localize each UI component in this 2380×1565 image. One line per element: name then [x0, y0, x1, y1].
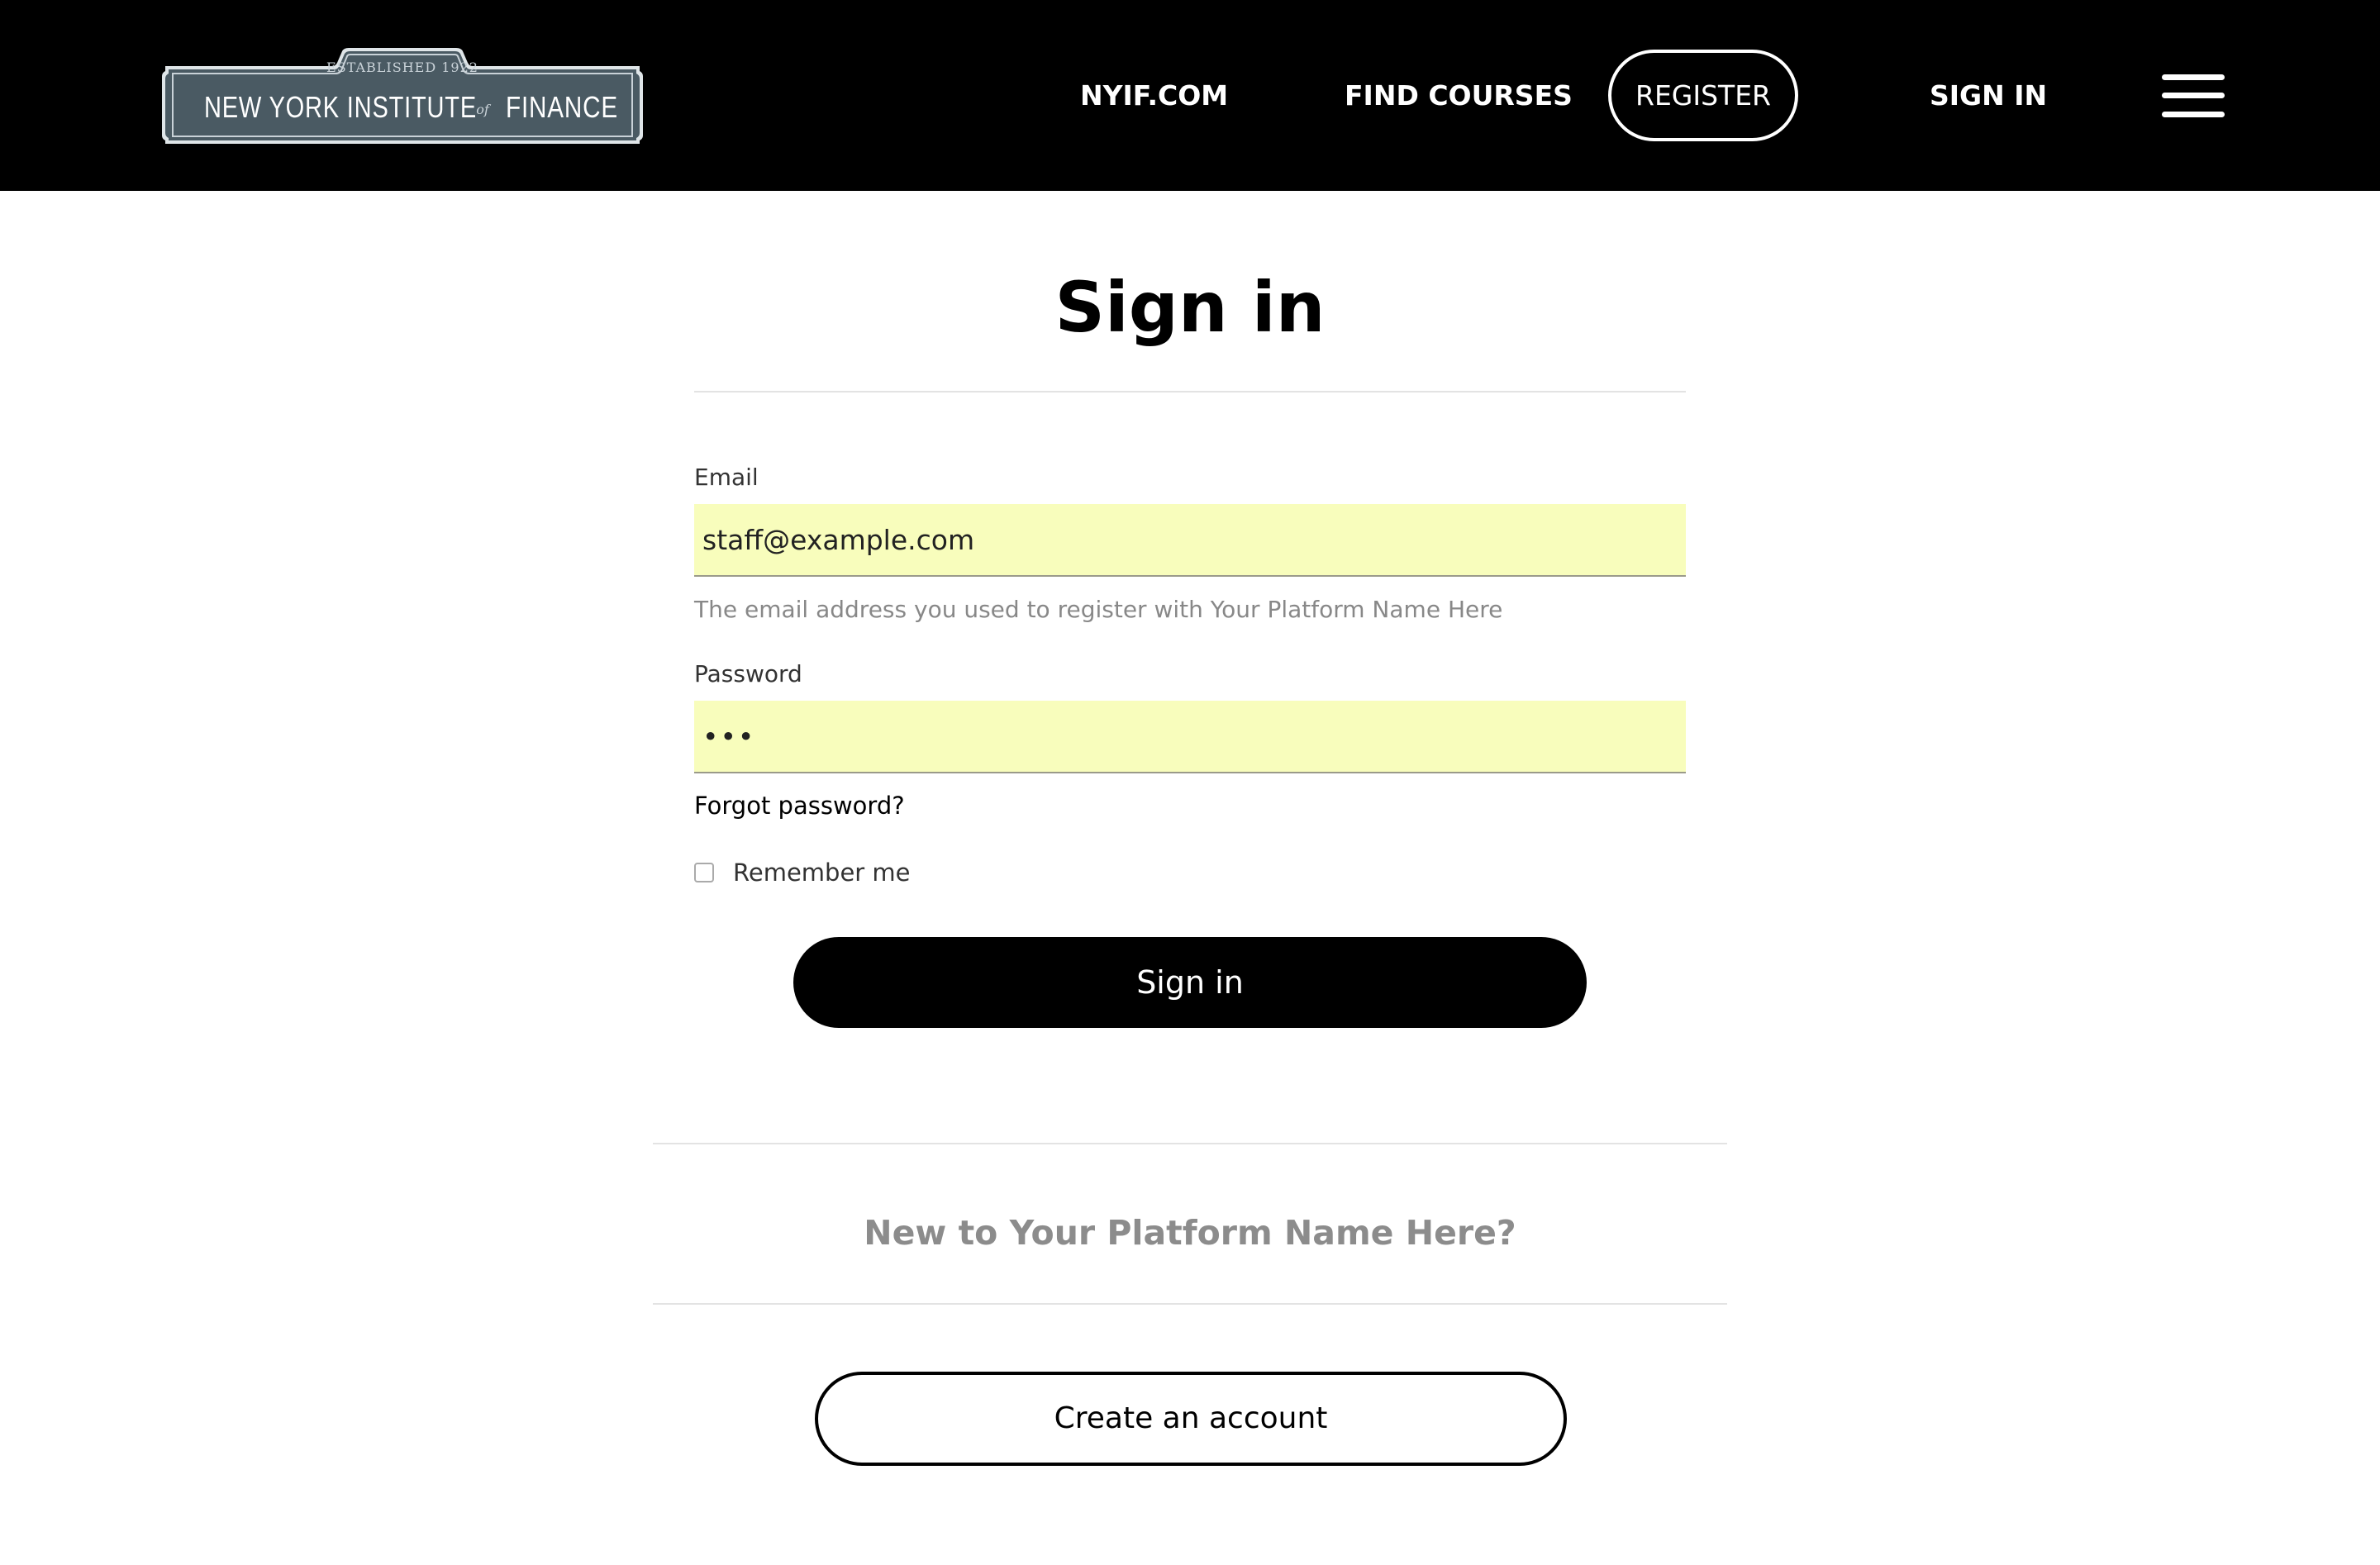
hamburger-bar: [2162, 93, 2225, 98]
remember-me-label[interactable]: Remember me: [733, 859, 911, 887]
sign-in-button[interactable]: Sign in: [793, 937, 1587, 1028]
hamburger-bar: [2162, 112, 2225, 117]
remember-me-checkbox[interactable]: [694, 863, 714, 882]
create-account-button[interactable]: Create an account: [815, 1372, 1567, 1466]
register-divider-top: [653, 1143, 1727, 1144]
password-field[interactable]: [694, 701, 1686, 773]
password-label: Password: [694, 660, 802, 687]
new-user-heading: New to Your Platform Name Here?: [864, 1213, 1516, 1253]
nav-find-courses-link[interactable]: FIND COURSES: [1345, 0, 1573, 191]
nav-nyif-link[interactable]: NYIF.COM: [1080, 0, 1228, 191]
site-header: ESTABLISHED 1922 NEW YORK INSTITUTE of F…: [0, 0, 2380, 191]
remember-me-row: Remember me: [694, 856, 911, 889]
nav-register-button[interactable]: REGISTER: [1608, 50, 1798, 141]
page-title: Sign in: [1054, 267, 1326, 348]
email-field[interactable]: [694, 504, 1686, 577]
hamburger-bar: [2162, 74, 2225, 80]
title-divider: [694, 391, 1686, 392]
email-help-text: The email address you used to register w…: [694, 596, 1503, 623]
logo-plate: ESTABLISHED 1922 NEW YORK INSTITUTE of F…: [162, 48, 643, 144]
register-divider-bottom: [653, 1303, 1727, 1305]
logo-right-text: FINANCE: [506, 90, 618, 124]
nav-sign-in-link[interactable]: SIGN IN: [1930, 0, 2047, 191]
logo-established-text: ESTABLISHED 1922: [326, 59, 478, 75]
logo-left-text: NEW YORK INSTITUTE: [204, 90, 477, 124]
forgot-password-link[interactable]: Forgot password?: [694, 789, 905, 822]
email-label: Email: [694, 464, 759, 491]
hamburger-menu-icon[interactable]: [2162, 74, 2225, 117]
nyif-logo[interactable]: ESTABLISHED 1922 NEW YORK INSTITUTE of F…: [159, 48, 646, 144]
